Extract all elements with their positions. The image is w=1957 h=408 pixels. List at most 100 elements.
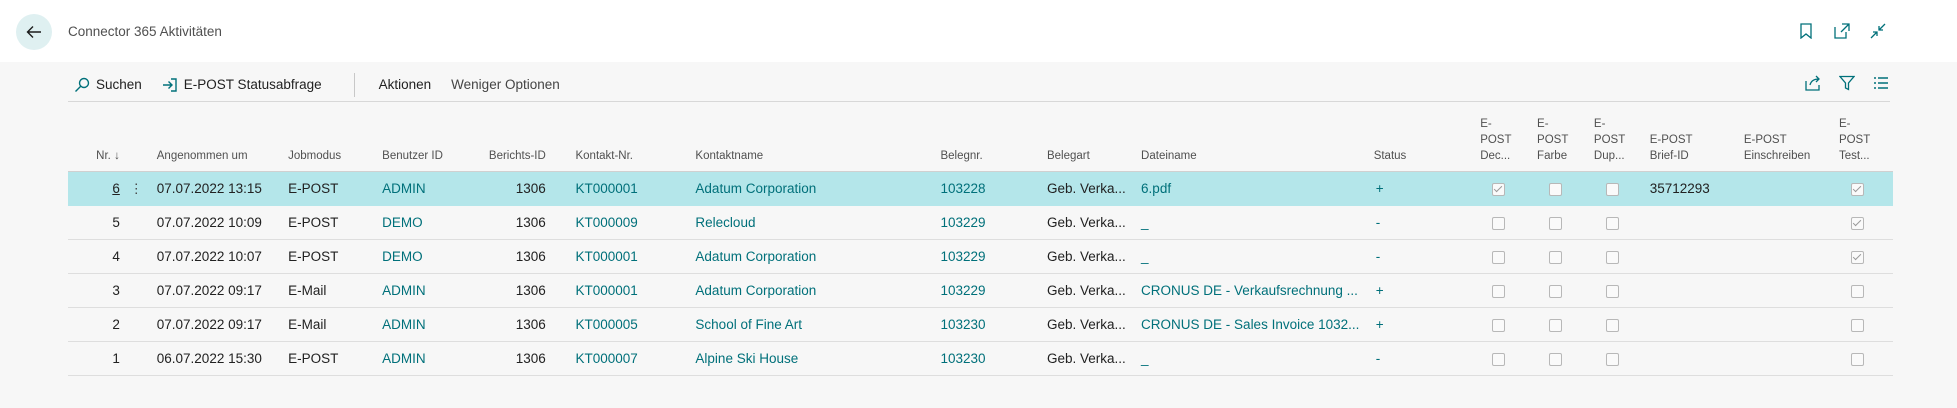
contact-no-link[interactable]: KT000005 — [571, 307, 692, 342]
search-button[interactable]: Suchen — [68, 70, 148, 100]
contact-name-link[interactable]: Adatum Corporation — [691, 239, 937, 274]
contact-name-link[interactable]: Adatum Corporation — [691, 171, 937, 206]
epost-dup-checkbox[interactable] — [1605, 352, 1619, 366]
nr-cell[interactable]: 4 — [68, 239, 124, 274]
epost-test-checkbox[interactable] — [1850, 284, 1864, 298]
bookmark-icon[interactable] — [1797, 22, 1815, 40]
doc-no-link[interactable]: 103229 — [936, 239, 1043, 274]
status-cell[interactable]: - — [1369, 205, 1477, 240]
contact-no-link[interactable]: KT000007 — [571, 341, 692, 376]
user-link[interactable]: ADMIN — [378, 341, 476, 376]
epost-dec-checkbox[interactable] — [1492, 284, 1506, 298]
user-link[interactable]: ADMIN — [378, 307, 476, 342]
contact-no-link[interactable]: KT000001 — [571, 273, 692, 308]
table-row[interactable]: 4 07.07.2022 10:07 E-POST DEMO 1306 KT000001 A… — [68, 239, 1893, 274]
epost-dec-checkbox[interactable] — [1492, 216, 1506, 230]
file-name-link[interactable]: CRONUS DE - Verkaufsrechnung ... — [1137, 273, 1370, 308]
epost-test-checkbox[interactable] — [1850, 216, 1864, 230]
nr-link[interactable]: 6 — [112, 181, 120, 196]
doc-no-link[interactable]: 103230 — [936, 341, 1043, 376]
nr-cell[interactable]: 3 — [68, 273, 124, 308]
epost-color-checkbox[interactable] — [1549, 250, 1563, 264]
epost-color-checkbox[interactable] — [1549, 352, 1563, 366]
nr-cell[interactable]: 1 — [68, 341, 124, 376]
contact-no-link[interactable]: KT000009 — [571, 205, 692, 240]
col-jobmode[interactable]: Jobmodus — [284, 108, 379, 172]
row-menu-cell[interactable]: ⋮ — [123, 171, 149, 206]
open-new-window-icon[interactable] — [1833, 22, 1851, 40]
epost-dec-checkbox[interactable] — [1492, 318, 1506, 332]
col-nr[interactable]: Nr. ↓ — [68, 108, 124, 172]
epost-status-button[interactable]: E-POST Statusabfrage — [156, 70, 328, 100]
status-cell[interactable]: + — [1369, 273, 1477, 308]
epost-test-checkbox[interactable] — [1850, 352, 1864, 366]
table-row[interactable]: 3 07.07.2022 09:17 E-Mail ADMIN 1306 KT000001… — [68, 273, 1893, 308]
table-row[interactable]: 6 ⋮ 07.07.2022 13:15 E-POST ADMIN 1306 KT00000… — [68, 171, 1893, 206]
filter-icon[interactable] — [1838, 74, 1856, 92]
row-menu-cell[interactable] — [123, 307, 149, 342]
epost-dup-checkbox[interactable] — [1605, 182, 1619, 196]
col-doc-type[interactable]: Belegart — [1042, 108, 1138, 172]
epost-test-checkbox[interactable] — [1850, 182, 1864, 196]
row-menu-cell[interactable] — [123, 205, 149, 240]
col-epost-test[interactable]: E- POST Test... — [1834, 108, 1893, 172]
fewer-options-button[interactable]: Weniger Optionen — [445, 70, 566, 100]
status-cell[interactable]: - — [1369, 341, 1477, 376]
epost-dup-checkbox[interactable] — [1605, 284, 1619, 298]
epost-dup-checkbox[interactable] — [1605, 318, 1619, 332]
epost-dec-checkbox[interactable] — [1492, 182, 1506, 196]
contact-name-link[interactable]: School of Fine Art — [691, 307, 937, 342]
epost-color-checkbox[interactable] — [1549, 216, 1563, 230]
col-accepted[interactable]: Angenommen um — [152, 108, 285, 172]
col-epost-registered[interactable]: E-POST Einschreiben — [1739, 108, 1835, 172]
table-row[interactable]: 2 07.07.2022 09:17 E-Mail ADMIN 1306 KT000005… — [68, 307, 1893, 342]
file-name-link[interactable]: _ — [1137, 239, 1370, 274]
col-epost-color[interactable]: E- POST Farbe — [1533, 108, 1590, 172]
col-epost-letter-id[interactable]: E-POST Brief-ID — [1645, 108, 1740, 172]
status-cell[interactable]: - — [1369, 239, 1477, 274]
doc-no-link[interactable]: 103229 — [936, 205, 1043, 240]
table-row[interactable]: 1 06.07.2022 15:30 E-POST ADMIN 1306 KT000007… — [68, 341, 1893, 376]
doc-no-link[interactable]: 103229 — [936, 273, 1043, 308]
file-name-link[interactable]: CRONUS DE - Sales Invoice 1032... — [1137, 307, 1370, 342]
contact-no-link[interactable]: KT000001 — [571, 239, 692, 274]
col-doc-no[interactable]: Belegnr. — [936, 108, 1043, 172]
doc-no-link[interactable]: 103230 — [936, 307, 1043, 342]
contact-name-link[interactable]: Relecloud — [691, 205, 937, 240]
col-status[interactable]: Status — [1369, 108, 1477, 172]
file-name-link[interactable]: 6.pdf — [1137, 171, 1370, 206]
col-file[interactable]: Dateiname — [1137, 108, 1370, 172]
back-button[interactable] — [16, 14, 52, 50]
epost-dup-checkbox[interactable] — [1605, 250, 1619, 264]
doc-no-link[interactable]: 103228 — [936, 171, 1043, 206]
user-link[interactable]: DEMO — [378, 239, 476, 274]
col-contact-no[interactable]: Kontakt-Nr. — [571, 108, 692, 172]
row-menu-cell[interactable] — [123, 273, 149, 308]
nr-cell[interactable]: 2 — [68, 307, 124, 342]
col-user[interactable]: Benutzer ID — [378, 108, 476, 172]
file-name-link[interactable]: _ — [1137, 205, 1370, 240]
status-cell[interactable]: + — [1369, 171, 1477, 206]
col-epost-dup[interactable]: E- POST Dup... — [1589, 108, 1646, 172]
user-link[interactable]: ADMIN — [378, 273, 476, 308]
user-link[interactable]: DEMO — [378, 205, 476, 240]
col-contact-name[interactable]: Kontaktname — [691, 108, 937, 172]
table-row[interactable]: 5 07.07.2022 10:09 E-POST DEMO 1306 KT000009 R… — [68, 205, 1893, 240]
contact-name-link[interactable]: Alpine Ski House — [691, 341, 937, 376]
epost-test-checkbox[interactable] — [1850, 250, 1864, 264]
row-menu-cell[interactable] — [123, 239, 149, 274]
contact-name-link[interactable]: Adatum Corporation — [691, 273, 937, 308]
status-cell[interactable]: + — [1369, 307, 1477, 342]
collapse-icon[interactable] — [1869, 22, 1887, 40]
list-view-icon[interactable] — [1872, 74, 1890, 92]
share-icon[interactable] — [1804, 74, 1822, 92]
file-name-link[interactable]: _ — [1137, 341, 1370, 376]
epost-color-checkbox[interactable] — [1549, 318, 1563, 332]
epost-color-checkbox[interactable] — [1549, 284, 1563, 298]
epost-dec-checkbox[interactable] — [1492, 352, 1506, 366]
epost-test-checkbox[interactable] — [1850, 318, 1864, 332]
epost-dec-checkbox[interactable] — [1492, 250, 1506, 264]
col-epost-dec[interactable]: E- POST Dec... — [1476, 108, 1534, 172]
col-report[interactable]: Berichts-ID — [475, 108, 550, 172]
actions-menu-button[interactable]: Aktionen — [373, 70, 438, 100]
